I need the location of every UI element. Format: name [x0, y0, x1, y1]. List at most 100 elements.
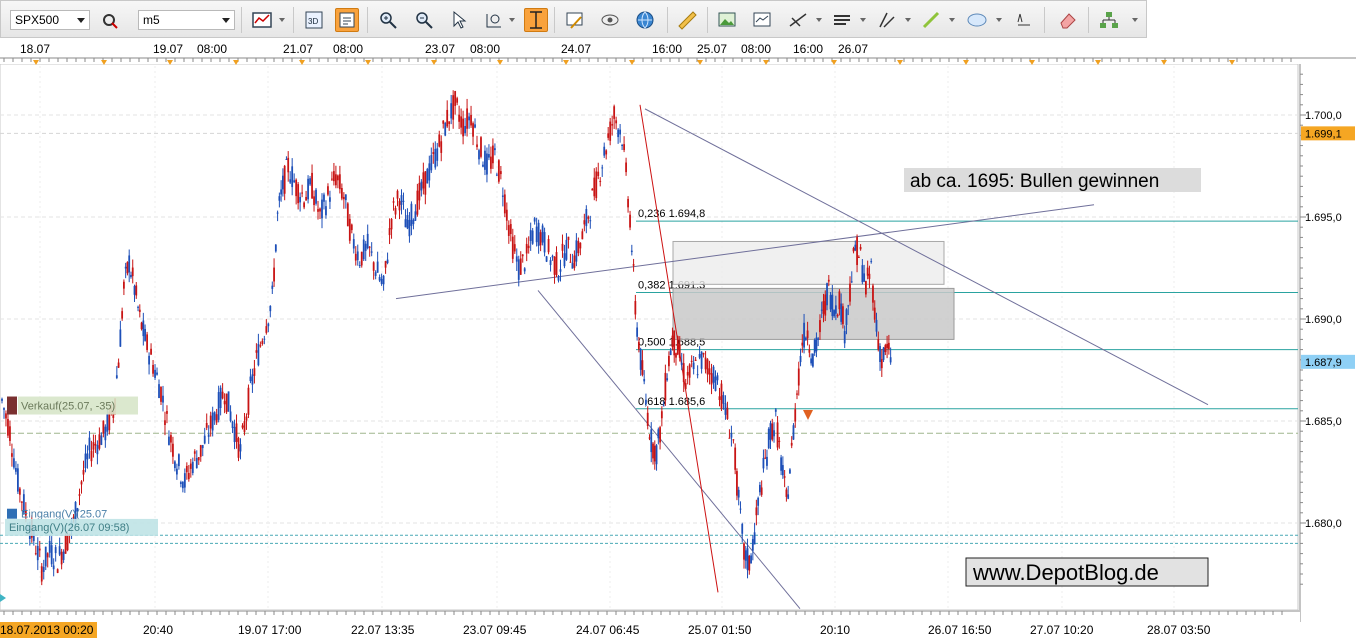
- candle-body: [668, 355, 670, 367]
- headline-text: ab ca. 1695: Bullen gewinnen: [910, 171, 1159, 192]
- candle-body: [400, 195, 403, 205]
- candle-body: [555, 252, 558, 276]
- globe-button[interactable]: [633, 8, 657, 32]
- chart-type-button[interactable]: [250, 8, 274, 32]
- candle-body: [694, 359, 697, 361]
- candle-body: [666, 378, 669, 381]
- separator: [367, 7, 368, 33]
- resistance-zone-lower: [672, 287, 955, 340]
- symbol-settings-button[interactable]: [97, 8, 121, 32]
- candle-body: [692, 362, 695, 370]
- top-date-label: 08:00: [333, 42, 363, 56]
- candle-body: [704, 357, 707, 370]
- chevron-down-icon[interactable]: [949, 18, 955, 22]
- candle-body: [464, 125, 466, 134]
- cursor-button[interactable]: [448, 8, 472, 32]
- candle-body: [497, 160, 500, 182]
- candle-body: [404, 219, 407, 228]
- time-tick-label: 26.07 16:50: [928, 623, 992, 637]
- notes-button[interactable]: [563, 8, 587, 32]
- pencil-icon: [922, 11, 940, 29]
- text-label-button[interactable]: [1012, 8, 1036, 32]
- candle-body: [773, 430, 775, 437]
- candle-body: [282, 175, 284, 190]
- ellipse-button[interactable]: [965, 8, 989, 32]
- zoom-region-icon: [486, 14, 501, 28]
- candle-body: [297, 184, 300, 204]
- zoom-region-button[interactable]: [482, 8, 506, 32]
- cursor-icon: [453, 10, 467, 29]
- crosshair-button[interactable]: [524, 8, 548, 32]
- candle-body: [176, 468, 178, 475]
- chevron-down-icon[interactable]: [905, 18, 911, 22]
- chevron-down-icon[interactable]: [279, 18, 285, 22]
- candle-body: [771, 423, 774, 440]
- candle-body: [92, 442, 95, 450]
- chevron-down-icon[interactable]: [816, 18, 822, 22]
- candle-body: [56, 569, 59, 573]
- candle-body: [440, 141, 443, 153]
- candle-body: [822, 301, 825, 314]
- candle-body: [872, 285, 874, 303]
- candle-body: [329, 197, 331, 202]
- candle-body: [744, 550, 747, 561]
- candle-body: [680, 362, 683, 366]
- buy-order-label: Eingang(V)(26.07 09:58): [9, 522, 129, 534]
- candle-body: [410, 203, 413, 226]
- chevron-down-icon[interactable]: [860, 18, 866, 22]
- candle-body: [760, 487, 763, 495]
- candle-body: [507, 225, 510, 236]
- candle-body: [307, 178, 309, 200]
- candle-body: [625, 162, 627, 173]
- candle-body: [636, 327, 639, 337]
- candle-body: [543, 232, 546, 253]
- chevron-down-icon: [222, 18, 230, 23]
- price-chart[interactable]: 18.07 19.07 08:00 21.07 08:00 23.07 08:00 24.07…: [0, 38, 1356, 642]
- horizontal-line-button[interactable]: [830, 8, 854, 32]
- candle-body: [850, 281, 853, 283]
- chevron-down-icon[interactable]: [996, 18, 1002, 22]
- candle-body: [408, 219, 411, 237]
- 3d-button[interactable]: 3D: [302, 8, 326, 32]
- top-date-label: 18.07: [20, 42, 50, 56]
- candle-body: [541, 225, 544, 243]
- pencil-button[interactable]: [919, 8, 943, 32]
- candle-body: [567, 236, 570, 241]
- horizontal-line-icon: [834, 15, 850, 25]
- channel-button[interactable]: [875, 8, 899, 32]
- candle-body: [271, 285, 274, 289]
- zoom-out-icon: [416, 12, 433, 29]
- indicator-button[interactable]: [335, 8, 359, 32]
- visibility-button[interactable]: [598, 8, 622, 32]
- candle-body: [611, 124, 614, 126]
- image-button[interactable]: [715, 8, 739, 32]
- candle-body: [221, 391, 224, 399]
- chevron-down-icon[interactable]: [509, 18, 515, 22]
- ruler-button[interactable]: [675, 8, 699, 32]
- candle-body: [603, 146, 606, 156]
- symbol-select[interactable]: SPX500: [10, 10, 90, 30]
- candle-body: [492, 145, 494, 164]
- candle-body: [420, 181, 423, 191]
- separator: [293, 7, 294, 33]
- eraser-button[interactable]: [1056, 8, 1080, 32]
- template-button[interactable]: [750, 8, 774, 32]
- timeframe-select[interactable]: m5: [138, 10, 235, 30]
- chevron-down-icon[interactable]: [1132, 18, 1138, 22]
- candle-body: [664, 372, 667, 401]
- hierarchy-button[interactable]: [1097, 8, 1121, 32]
- candle-body: [223, 400, 226, 405]
- separator: [1088, 7, 1089, 33]
- candle-body: [174, 461, 176, 469]
- candle-body: [840, 303, 843, 322]
- top-date-axis: 18.07 19.07 08:00 21.07 08:00 23.07 08:00 24.07…: [0, 38, 1356, 65]
- candle-body: [150, 348, 152, 355]
- zoom-out-button[interactable]: [412, 8, 436, 32]
- candle-body: [64, 535, 67, 554]
- candle-body: [84, 453, 87, 469]
- hierarchy-icon: [1100, 12, 1118, 28]
- candle-body: [327, 186, 329, 195]
- zoom-in-button[interactable]: [376, 8, 400, 32]
- top-date-label: 08:00: [741, 42, 771, 56]
- trendline-button[interactable]: [786, 8, 810, 32]
